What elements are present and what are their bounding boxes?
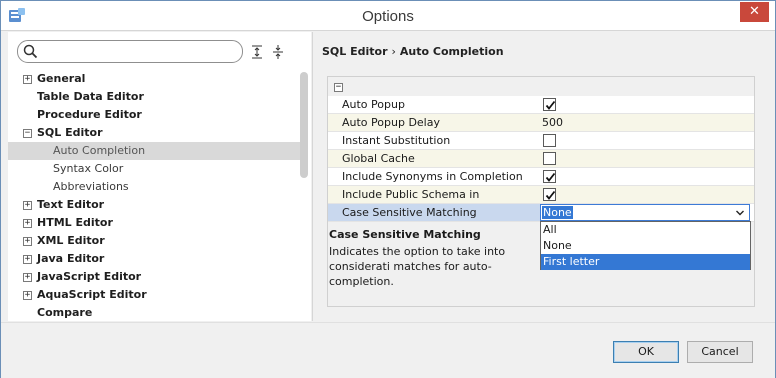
expand-icon[interactable]: + xyxy=(23,219,32,228)
tree-item-javascript-editor[interactable]: + JavaScript Editor xyxy=(8,268,304,286)
cancel-button[interactable]: Cancel xyxy=(687,341,753,363)
tree-item-text-editor[interactable]: + Text Editor xyxy=(8,196,304,214)
options-dialog: Options ✕ + General Table Data Editor Pr… xyxy=(0,0,776,378)
tree-item-label: Syntax Color xyxy=(53,162,124,175)
tree-item-label: Java Editor xyxy=(37,252,105,265)
expand-all-icon[interactable] xyxy=(249,44,265,60)
options-navigation: + General Table Data Editor Procedure Ed… xyxy=(8,32,311,321)
option-all[interactable]: All xyxy=(541,222,750,238)
property-name: Auto Popup xyxy=(328,96,540,113)
check-icon xyxy=(545,172,556,182)
property-name: Instant Substitution xyxy=(328,132,540,149)
include-synonyms-checkbox[interactable] xyxy=(543,170,556,183)
tree-item-java-editor[interactable]: + Java Editor xyxy=(8,250,304,268)
tree-item-abbreviations[interactable]: Abbreviations xyxy=(8,178,304,196)
property-global-cache[interactable]: Global Cache xyxy=(328,150,754,168)
tree-item-label: General xyxy=(37,72,86,85)
search-input[interactable] xyxy=(42,44,238,59)
tree-item-label: Procedure Editor xyxy=(37,108,142,121)
tree-item-label: SQL Editor xyxy=(37,126,103,139)
expand-icon[interactable]: + xyxy=(23,291,32,300)
property-case-sensitive-matching[interactable]: Case Sensitive Matching None xyxy=(328,204,754,222)
property-auto-popup[interactable]: Auto Popup xyxy=(328,96,754,114)
expand-icon[interactable]: + xyxy=(23,273,32,282)
collapse-all-icon[interactable] xyxy=(270,44,286,60)
property-name: Auto Popup Delay xyxy=(328,114,540,131)
tree-item-sql-editor[interactable]: − SQL Editor xyxy=(8,124,304,142)
tree-item-label: Auto Completion xyxy=(53,144,146,157)
tree-item-html-editor[interactable]: + HTML Editor xyxy=(8,214,304,232)
tree-item-label: Text Editor xyxy=(37,198,105,211)
ok-button[interactable]: OK xyxy=(613,341,679,363)
property-name: Include Public Schema in Completion xyxy=(328,186,540,218)
breadcrumb-separator: › xyxy=(391,45,396,58)
description-text: Indicates the option to take into consid… xyxy=(329,245,506,288)
tree-item-table-data-editor[interactable]: Table Data Editor xyxy=(8,88,304,106)
property-include-synonyms[interactable]: Include Synonyms in Completion xyxy=(328,168,754,186)
tree-item-label: Table Data Editor xyxy=(37,90,144,103)
window-title: Options xyxy=(362,8,414,25)
global-cache-checkbox[interactable] xyxy=(543,152,556,165)
property-auto-popup-delay[interactable]: Auto Popup Delay 500 xyxy=(328,114,754,132)
tree-item-general[interactable]: + General xyxy=(8,70,304,88)
check-icon xyxy=(545,100,556,110)
breadcrumb: SQL Editor › Auto Completion xyxy=(322,45,504,58)
tree-scrollbar[interactable] xyxy=(300,72,308,178)
expand-icon[interactable]: + xyxy=(23,201,32,210)
property-include-public-schema[interactable]: Include Public Schema in Completion xyxy=(328,186,754,218)
property-name: Case Sensitive Matching xyxy=(328,204,540,221)
options-tree: + General Table Data Editor Procedure Ed… xyxy=(8,70,304,322)
case-sensitive-matching-select[interactable]: None xyxy=(540,204,750,221)
expand-icon[interactable]: + xyxy=(23,255,32,264)
breadcrumb-current: Auto Completion xyxy=(399,45,504,58)
title-bar[interactable]: Options ✕ xyxy=(1,1,775,31)
instant-substitution-checkbox[interactable] xyxy=(543,134,556,147)
property-name: Include Synonyms in Completion xyxy=(328,168,540,185)
tree-item-label: JavaScript Editor xyxy=(37,270,142,283)
tree-item-label: XML Editor xyxy=(37,234,105,247)
tree-item-label: Compare xyxy=(37,306,93,319)
tree-item-auto-completion[interactable]: Auto Completion xyxy=(8,142,304,160)
case-sensitive-matching-options: All None First letter xyxy=(540,221,751,270)
collapse-icon[interactable]: − xyxy=(23,129,32,138)
auto-popup-checkbox[interactable] xyxy=(543,98,556,111)
tree-item-syntax-color[interactable]: Syntax Color xyxy=(8,160,304,178)
dialog-footer: OK Cancel xyxy=(1,322,775,378)
collapse-icon[interactable]: − xyxy=(334,83,343,92)
auto-popup-delay-value[interactable]: 500 xyxy=(540,114,754,131)
expand-icon[interactable]: + xyxy=(23,237,32,246)
select-value: None xyxy=(542,206,573,219)
property-grid: − Auto Popup Auto Popup Delay 500 Instan… xyxy=(327,76,755,307)
close-button[interactable]: ✕ xyxy=(740,2,769,22)
tree-item-label: HTML Editor xyxy=(37,216,113,229)
tree-item-aquascript-editor[interactable]: + AquaScript Editor xyxy=(8,286,304,304)
include-public-schema-checkbox[interactable] xyxy=(543,188,556,201)
property-instant-substitution[interactable]: Instant Substitution xyxy=(328,132,754,150)
search-icon xyxy=(23,44,38,59)
settings-panel: SQL Editor › Auto Completion − Auto Popup … xyxy=(312,32,771,321)
tree-item-xml-editor[interactable]: + XML Editor xyxy=(8,232,304,250)
check-icon xyxy=(545,190,556,200)
option-first-letter[interactable]: First letter xyxy=(541,254,750,270)
search-box[interactable] xyxy=(17,40,243,63)
description-title: Case Sensitive Matching xyxy=(329,228,481,241)
breadcrumb-parent: SQL Editor xyxy=(322,45,388,58)
expand-icon[interactable]: + xyxy=(23,75,32,84)
tree-item-procedure-editor[interactable]: Procedure Editor xyxy=(8,106,304,124)
chevron-down-icon[interactable] xyxy=(735,208,745,218)
property-name: Global Cache xyxy=(328,150,540,167)
tree-item-label: Abbreviations xyxy=(53,180,129,193)
tree-item-compare[interactable]: Compare xyxy=(8,304,304,322)
option-none[interactable]: None xyxy=(541,238,750,254)
tree-item-label: AquaScript Editor xyxy=(37,288,147,301)
